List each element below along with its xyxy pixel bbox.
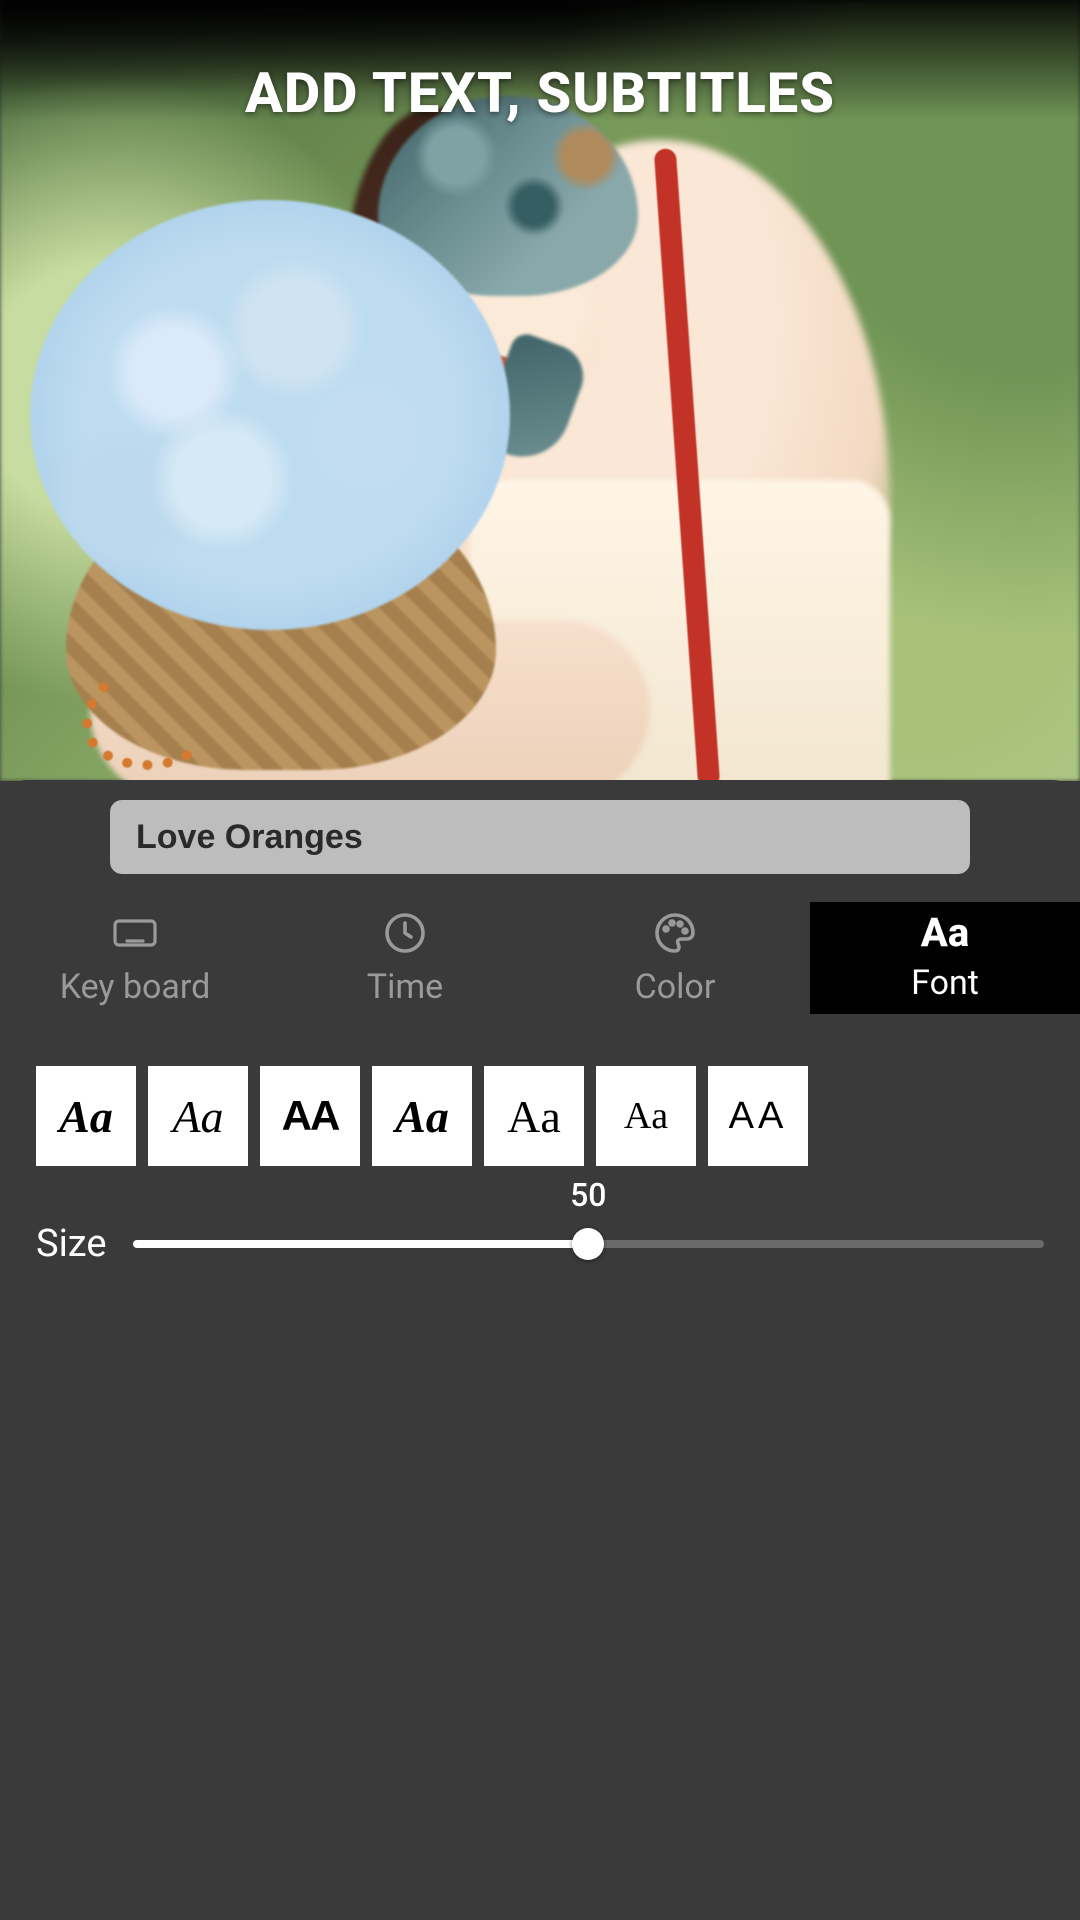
font-sample: AA [729, 1095, 788, 1138]
font-sample: Aa [507, 1090, 561, 1143]
tab-bar: Key board Time Color Aa Font [0, 902, 1080, 1014]
font-sample: Aa [59, 1090, 113, 1143]
font-swatch[interactable]: Aa [372, 1066, 472, 1166]
slider-thumb[interactable] [572, 1228, 604, 1260]
preview-area: ADD TEXT, SUBTITLES [0, 0, 1080, 781]
tab-font[interactable]: Aa Font [810, 902, 1080, 1014]
clock-icon [381, 909, 429, 957]
font-swatch[interactable]: Aa [36, 1066, 136, 1166]
size-slider[interactable]: 50 [133, 1216, 1044, 1272]
palette-icon [651, 909, 699, 957]
editor-panel: Key board Time Color Aa Font [0, 780, 1080, 1920]
font-sample: Aa [172, 1090, 223, 1143]
size-label: Size [36, 1222, 107, 1266]
keyboard-icon [111, 909, 159, 957]
text-input-wrap [0, 780, 1080, 874]
font-swatch[interactable]: Aa [148, 1066, 248, 1166]
tab-label: Color [635, 967, 716, 1007]
caption-input[interactable] [110, 800, 970, 874]
font-sample: AA [282, 1092, 339, 1140]
font-swatch[interactable]: AA [260, 1066, 360, 1166]
tab-label: Key board [60, 967, 211, 1007]
font-swatch[interactable]: AA [708, 1066, 808, 1166]
tab-color[interactable]: Color [540, 902, 810, 1014]
font-swatch[interactable]: Aa [484, 1066, 584, 1166]
slider-track-fill [133, 1240, 589, 1248]
font-swatch[interactable]: Aa [596, 1066, 696, 1166]
font-sample: Aa [624, 1094, 668, 1138]
tab-time[interactable]: Time [270, 902, 540, 1014]
tab-label: Time [367, 967, 443, 1007]
tab-keyboard[interactable]: Key board [0, 902, 270, 1014]
font-icon: Aa [921, 913, 969, 953]
page-title: ADD TEXT, SUBTITLES [0, 60, 1080, 126]
tab-label: Font [911, 963, 979, 1003]
font-swatch-row: Aa Aa AA Aa Aa Aa AA [0, 1014, 1080, 1166]
app-root: ADD TEXT, SUBTITLES Key board [0, 0, 1080, 1920]
size-value: 50 [570, 1176, 606, 1214]
font-sample: Aa [395, 1090, 449, 1143]
size-row: Size 50 [0, 1166, 1080, 1272]
